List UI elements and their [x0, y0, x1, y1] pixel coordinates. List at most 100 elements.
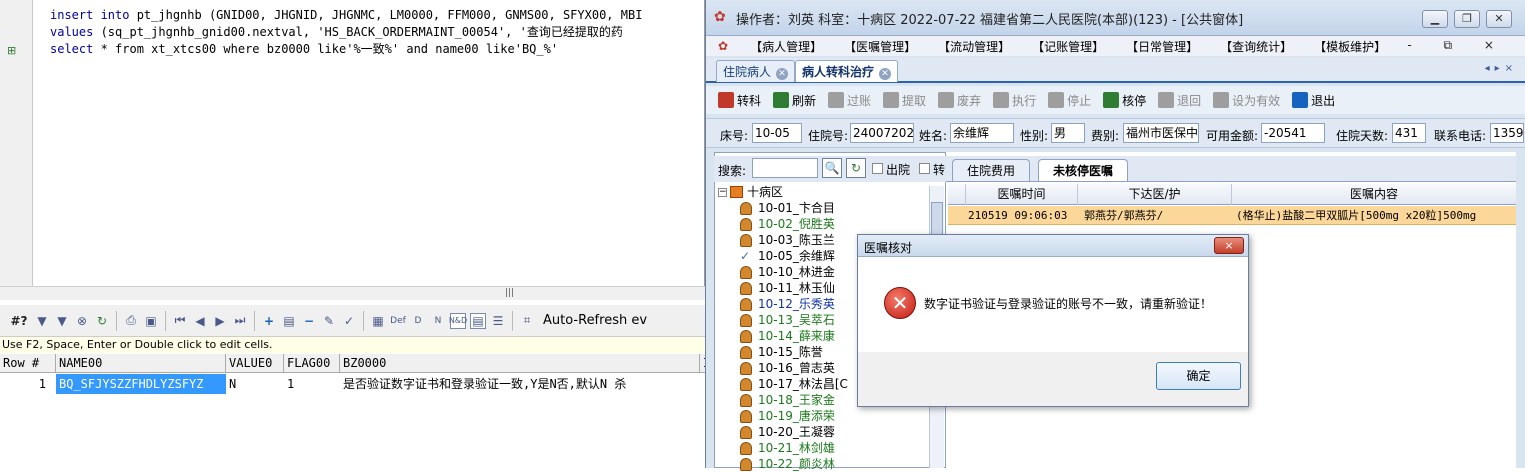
record-count-icon[interactable]: #?	[8, 313, 30, 329]
cell-name00[interactable]: BQ_SFJYSZZFHDLYZSFYZ	[56, 374, 226, 394]
menu-orders[interactable]: 【医嘱管理】	[844, 38, 916, 55]
action-post-button[interactable]: 过账	[828, 92, 871, 109]
menu-patient[interactable]: 【病人管理】	[750, 38, 822, 55]
cancel-icon[interactable]: ⊗	[74, 313, 90, 329]
save-icon[interactable]: ▣	[143, 313, 159, 329]
filter-icon[interactable]: ▼	[34, 313, 50, 329]
tab-transfer[interactable]: 病人转科治疗 ✕	[795, 60, 899, 82]
table-row[interactable]: 1 BQ_SFJYSZZFHDLYZSFYZ N 1 是否验证数字证书和登录验证…	[0, 374, 705, 394]
transfer-checkbox[interactable]	[919, 163, 930, 174]
list-item[interactable]: 10-11_林玉仙	[740, 280, 835, 296]
single-record-icon[interactable]: ▦	[370, 313, 386, 329]
last-record-icon[interactable]: ⏭	[232, 313, 248, 329]
admit-field[interactable]: 24007202	[850, 123, 914, 143]
maximize-button[interactable]: ❐	[1454, 10, 1480, 28]
action-execute-button[interactable]: 执行	[993, 92, 1036, 109]
action-verify-stop-button[interactable]: 核停	[1103, 92, 1146, 109]
dialog-close-button[interactable]: ×	[1214, 237, 1244, 254]
action-stop-button[interactable]: 停止	[1048, 92, 1091, 109]
subtab-inpatient-fees[interactable]: 住院费用	[952, 159, 1031, 181]
col-header-flag00[interactable]: FLAG00	[284, 354, 340, 373]
tab-close-icon[interactable]: ✕	[776, 68, 789, 80]
refresh-list-button[interactable]: ↻	[846, 158, 866, 178]
grid-view-icon[interactable]: ▤	[470, 312, 486, 329]
edit-record-icon[interactable]: ✎	[321, 313, 337, 329]
n-icon[interactable]: N	[430, 313, 446, 329]
days-field[interactable]: 431	[1392, 123, 1426, 143]
list-item[interactable]: 10-02_倪胜英	[740, 216, 835, 232]
sql-editor[interactable]: ⊞ insert into pt_jhgnhb (GNID00, JHGNID,…	[0, 0, 705, 300]
action-trash-button[interactable]: 废弃	[938, 92, 981, 109]
cell-value0[interactable]: N	[226, 374, 284, 394]
sex-field[interactable]: 男	[1051, 123, 1085, 143]
action-refresh-button[interactable]: 刷新	[773, 92, 816, 109]
first-record-icon[interactable]: ⏮	[172, 313, 188, 329]
list-item[interactable]: 10-21_林剑雄	[740, 440, 835, 456]
table-row[interactable]: 210519 09:06:03 郭燕芬/郭燕芬/ (格华止)盐酸二甲双胍片[50…	[948, 206, 1516, 225]
bed-field[interactable]: 10-05	[752, 123, 802, 143]
collapse-icon[interactable]: −	[718, 187, 727, 197]
name-field[interactable]: 余维辉	[950, 123, 1014, 143]
prev-record-icon[interactable]: ◀	[192, 313, 208, 329]
sql-line-3[interactable]: select * from xt_xtcs00 where bz0000 lik…	[50, 41, 558, 58]
list-item[interactable]: 10-13_吴萃石	[740, 312, 835, 328]
balance-field[interactable]: -20541	[1261, 123, 1325, 143]
window-close-button[interactable]: ✕	[1486, 10, 1512, 28]
list-item[interactable]: 10-12_乐秀英	[740, 296, 835, 312]
duplicate-record-icon[interactable]: ▤	[281, 313, 297, 329]
action-extract-button[interactable]: 提取	[883, 92, 926, 109]
list-item[interactable]: 10-16_曾志英	[740, 360, 835, 376]
col-header-doctor[interactable]: 下达医/护	[1078, 184, 1232, 205]
subtab-unverified-orders[interactable]: 未核停医嘱	[1038, 159, 1129, 181]
menu-templates[interactable]: 【模板维护】	[1314, 38, 1386, 55]
delete-record-icon[interactable]: −	[301, 313, 317, 329]
menu-billing[interactable]: 【记账管理】	[1032, 38, 1104, 55]
cell-bz0000[interactable]: 是否验证数字证书和登录验证一致,Y是N否,默认N 杀	[340, 374, 705, 394]
sql-line-1[interactable]: insert into pt_jhgnhb (GNID00, JHGNID, J…	[50, 7, 642, 24]
list-item[interactable]: 10-03_陈玉兰	[740, 232, 835, 248]
default-icon[interactable]: Def	[390, 313, 406, 329]
minimize-button[interactable]: ▁	[1422, 10, 1448, 28]
sql-line-2[interactable]: values (sq_pt_jhgnhb_gnid00.nextval, 'HS…	[50, 24, 623, 41]
menu-flow[interactable]: 【流动管理】	[938, 38, 1010, 55]
d-icon[interactable]: D	[410, 313, 426, 329]
tab-close-icon[interactable]: ✕	[879, 68, 892, 80]
col-header-order-time[interactable]: 医嘱时间	[966, 184, 1078, 205]
phone-field[interactable]: 1359	[1490, 123, 1524, 143]
col-header-value0[interactable]: VALUE0	[226, 354, 284, 373]
filter-clear-icon[interactable]: ▼	[54, 313, 70, 329]
query-by-example-icon[interactable]: ⌗	[519, 313, 535, 329]
search-button[interactable]: 🔍	[822, 158, 842, 178]
col-header-content[interactable]: 医嘱内容	[1232, 184, 1516, 205]
post-changes-icon[interactable]: ✓	[341, 313, 357, 329]
action-transfer-button[interactable]: 转科	[718, 92, 761, 109]
list-item[interactable]: 10-01_卞合目	[740, 200, 835, 216]
fee-field[interactable]: 福州市医保中	[1123, 123, 1199, 143]
insert-record-icon[interactable]: +	[261, 313, 277, 329]
mdi-window-controls[interactable]: - ⧉ ×	[1407, 38, 1508, 53]
cell-flag00[interactable]: 1	[284, 374, 340, 394]
menu-daily[interactable]: 【日常管理】	[1126, 38, 1198, 55]
editor-horizontal-scrollbar[interactable]: |||	[0, 286, 705, 300]
tab-scroll-arrows-icon[interactable]: ◂▸×	[1485, 63, 1518, 74]
list-item[interactable]: 10-10_林进金	[740, 264, 835, 280]
list-item[interactable]: 10-19_唐添荣	[740, 408, 835, 424]
n-and-d-icon[interactable]: N&D	[449, 312, 467, 329]
action-exit-button[interactable]: 退出	[1292, 92, 1335, 109]
list-item[interactable]: 10-15_陈誉	[740, 344, 823, 360]
list-item[interactable]: 10-18_王家金	[740, 392, 835, 408]
col-header-row[interactable]: Row #	[0, 354, 56, 373]
refresh-icon[interactable]: ↻	[94, 313, 110, 329]
discharge-checkbox[interactable]	[872, 163, 883, 174]
tab-inpatients[interactable]: 住院病人 ✕	[716, 60, 796, 82]
list-item[interactable]: 10-22_颜炎林	[740, 456, 835, 472]
auto-refresh-label[interactable]: Auto-Refresh ev	[543, 313, 647, 328]
search-input[interactable]	[752, 158, 818, 178]
action-return-button[interactable]: 退回	[1158, 92, 1201, 109]
dialog-titlebar[interactable]: 医嘱核对 ×	[858, 235, 1248, 257]
app-titlebar[interactable]: ✿ 操作者：刘英 科室：十病区 2022-07-22 福建省第二人民医院(本部)…	[706, 0, 1525, 36]
list-item[interactable]: 10-20_王凝蓉	[740, 424, 835, 440]
action-set-valid-button[interactable]: 设为有效	[1213, 92, 1280, 109]
list-item[interactable]: ✓ 10-05_余维辉	[740, 248, 835, 264]
tree-root-ward[interactable]: − 十病区	[718, 184, 783, 200]
